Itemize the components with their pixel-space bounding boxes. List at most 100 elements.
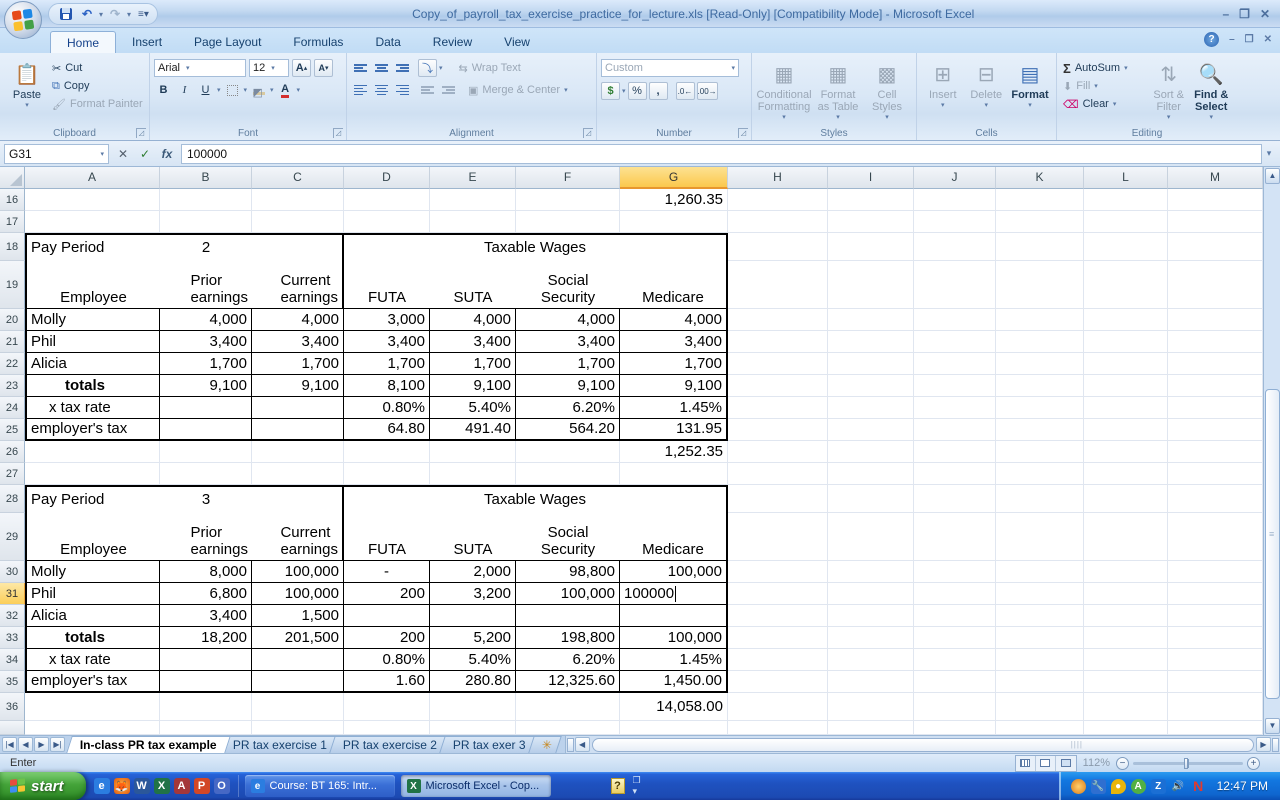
cell-B17[interactable] [160, 211, 252, 233]
cell-F34[interactable]: 6.20% [516, 649, 620, 671]
cell-styles-button[interactable]: ▩ Cell Styles▾ [864, 57, 910, 123]
name-box[interactable]: G31▾ [4, 144, 109, 164]
cell-H17[interactable] [728, 211, 828, 233]
cell-B21[interactable]: 3,400 [160, 331, 252, 353]
cell-I36[interactable] [828, 693, 914, 721]
cell-B24[interactable] [160, 397, 252, 419]
cell-H34[interactable] [728, 649, 828, 671]
ribbon-tab-data[interactable]: Data [359, 31, 416, 53]
cell-H18[interactable] [728, 233, 828, 261]
cell-G17[interactable] [620, 211, 728, 233]
cell-E29[interactable]: SUTA [430, 513, 516, 561]
cell-D28[interactable]: Taxable Wages [344, 485, 728, 513]
cell-M30[interactable] [1168, 561, 1263, 583]
tray-n-icon[interactable]: N [1191, 779, 1206, 794]
cell-L31[interactable] [1084, 583, 1168, 605]
taskbar-window-button-1[interactable]: eCourse: BT 165: Intr... [245, 775, 395, 797]
cell-A32[interactable]: Alicia [25, 605, 160, 627]
cell-I22[interactable] [828, 353, 914, 375]
cell-E20[interactable]: 4,000 [430, 309, 516, 331]
cell-D37[interactable] [344, 721, 430, 735]
cell-K26[interactable] [996, 441, 1084, 463]
cell-C25[interactable] [252, 419, 344, 441]
cell-D24[interactable]: 0.80% [344, 397, 430, 419]
alignment-dialog-launcher[interactable]: ◿ [583, 128, 593, 138]
sheet-tab-pr-tax-exercise-1[interactable]: PR tax exercise 1 [219, 736, 341, 753]
cell-H32[interactable] [728, 605, 828, 627]
cell-F26[interactable] [516, 441, 620, 463]
sheet-tab-in-class-pr-tax-example[interactable]: In-class PR tax example [66, 736, 230, 753]
row-header-20[interactable]: 20 [0, 309, 25, 331]
cell-E19[interactable]: SUTA [430, 261, 516, 309]
column-header-M[interactable]: M [1168, 167, 1263, 189]
copy-button[interactable]: ⧉Copy [50, 77, 145, 95]
cell-C35[interactable] [252, 671, 344, 693]
cell-C27[interactable] [252, 463, 344, 485]
cell-K20[interactable] [996, 309, 1084, 331]
cell-J35[interactable] [914, 671, 996, 693]
cell-C26[interactable] [252, 441, 344, 463]
row-header-27[interactable]: 27 [0, 463, 25, 485]
internet-explorer-icon[interactable]: e [94, 778, 110, 794]
help-icon[interactable]: ? [1204, 32, 1219, 47]
cell-F21[interactable]: 3,400 [516, 331, 620, 353]
cell-B20[interactable]: 4,000 [160, 309, 252, 331]
cell-H37[interactable] [728, 721, 828, 735]
cell-M16[interactable] [1168, 189, 1263, 211]
cell-J34[interactable] [914, 649, 996, 671]
cell-E30[interactable]: 2,000 [430, 561, 516, 583]
italic-button[interactable]: I [175, 81, 194, 99]
cell-E16[interactable] [430, 189, 516, 211]
cell-J19[interactable] [914, 261, 996, 309]
row-header-35[interactable]: 35 [0, 671, 25, 693]
cell-I37[interactable] [828, 721, 914, 735]
cell-G24[interactable]: 1.45% [620, 397, 728, 419]
office-button[interactable] [4, 1, 42, 39]
cell-C16[interactable] [252, 189, 344, 211]
cell-K36[interactable] [996, 693, 1084, 721]
cell-B37[interactable] [160, 721, 252, 735]
cell-E17[interactable] [430, 211, 516, 233]
column-header-J[interactable]: J [914, 167, 996, 189]
ribbon-tab-home[interactable]: Home [50, 31, 116, 53]
cell-I24[interactable] [828, 397, 914, 419]
cell-M17[interactable] [1168, 211, 1263, 233]
cell-B33[interactable]: 18,200 [160, 627, 252, 649]
cell-B34[interactable] [160, 649, 252, 671]
font-size-select[interactable]: 12▾ [249, 59, 289, 77]
delete-cells-button[interactable]: ⊟ Delete▾ [965, 57, 1009, 111]
clipboard-dialog-launcher[interactable]: ◿ [136, 128, 146, 138]
cell-K25[interactable] [996, 419, 1084, 441]
cell-M24[interactable] [1168, 397, 1263, 419]
cell-F32[interactable] [516, 605, 620, 627]
cell-B35[interactable] [160, 671, 252, 693]
column-header-H[interactable]: H [728, 167, 828, 189]
cell-A20[interactable]: Molly [25, 309, 160, 331]
column-header-A[interactable]: A [25, 167, 160, 189]
enter-entry-button[interactable]: ✓ [135, 145, 155, 163]
cell-I25[interactable] [828, 419, 914, 441]
row-header-16[interactable]: 16 [0, 189, 25, 211]
cell-L24[interactable] [1084, 397, 1168, 419]
cell-F35[interactable]: 12,325.60 [516, 671, 620, 693]
cell-B18[interactable]: 2 [160, 233, 252, 261]
cell-G26[interactable]: 1,252.35 [620, 441, 728, 463]
ribbon-tab-review[interactable]: Review [417, 31, 488, 53]
cell-L30[interactable] [1084, 561, 1168, 583]
cell-C22[interactable]: 1,700 [252, 353, 344, 375]
editing-cell-G31[interactable]: 100000 [620, 583, 728, 605]
cell-B19[interactable]: Prior earnings [160, 261, 252, 309]
insert-function-button[interactable]: fx [157, 145, 177, 163]
cell-G23[interactable]: 9,100 [620, 375, 728, 397]
cell-E24[interactable]: 5.40% [430, 397, 516, 419]
cell-D32[interactable] [344, 605, 430, 627]
tray-green-a-icon[interactable]: A [1131, 779, 1146, 794]
autosum-button[interactable]: ΣAutoSum▾ [1061, 59, 1148, 77]
insert-worksheet-tab[interactable]: ✳ [528, 736, 562, 753]
row-header-37[interactable] [0, 721, 25, 735]
borders-button[interactable] [223, 81, 242, 99]
sheet-tab-pr-tax-exer-3[interactable]: PR tax exer 3 [439, 736, 539, 753]
column-header-D[interactable]: D [344, 167, 430, 189]
word-icon[interactable]: W [134, 778, 150, 794]
cell-D23[interactable]: 8,100 [344, 375, 430, 397]
